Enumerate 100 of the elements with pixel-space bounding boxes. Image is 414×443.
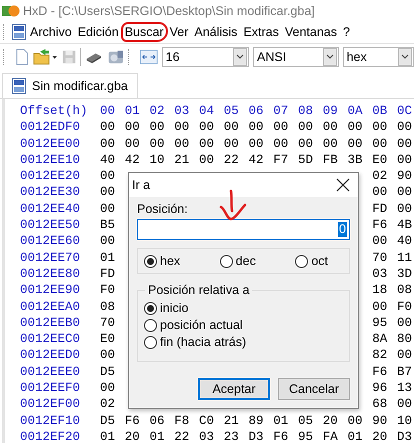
byte-cell: 05 <box>298 412 314 429</box>
column-header: 0C <box>397 103 412 120</box>
offset-cell: 0012EEE0 <box>20 364 80 380</box>
byte-cell: 00 <box>372 119 388 136</box>
dialog-button[interactable]: Cancelar <box>278 378 350 400</box>
menu-item[interactable]: Ver <box>166 22 192 42</box>
byte-cell: 00 <box>273 119 288 136</box>
menu-item[interactable]: Archivo <box>26 22 76 42</box>
offset-cell: 0012EF20 <box>20 428 80 443</box>
offset-cell: 0012EEF0 <box>20 380 80 396</box>
position-field[interactable]: 0 <box>137 219 350 240</box>
radio-label: inicio <box>160 301 188 315</box>
byte-cell: 00 <box>397 136 412 152</box>
radio-button[interactable] <box>220 254 233 268</box>
column-header: 08 <box>298 103 314 120</box>
byte-cell: 00 <box>100 380 116 396</box>
radio-button[interactable] <box>144 254 157 268</box>
radio-label: oct <box>311 254 328 268</box>
byte-cell: 00 <box>348 412 363 429</box>
byte-cell: FB <box>322 152 338 168</box>
byte-cell: 01 <box>100 250 116 266</box>
byte-cell: 00 <box>397 152 412 168</box>
dialog-button[interactable]: Aceptar <box>198 378 270 400</box>
byte-cell: 01 <box>273 412 288 429</box>
byte-cell: 00 <box>397 396 412 413</box>
byte-cell: 06 <box>150 412 165 429</box>
radio-button[interactable] <box>295 254 308 268</box>
menu-item[interactable]: Ventanas <box>280 22 342 42</box>
byte-cell: 10 <box>150 152 165 168</box>
menu-item[interactable]: Análisis <box>190 22 242 42</box>
byte-cell: 00 <box>199 152 214 168</box>
byte-cell: 00 <box>397 119 412 136</box>
open-folder-icon[interactable] <box>32 47 58 67</box>
menu-item[interactable]: ? <box>339 22 354 42</box>
byte-cell: 13 <box>397 380 412 396</box>
byte-cell: 00 <box>248 119 264 136</box>
byte-cell: 20 <box>372 428 388 443</box>
radio-button[interactable] <box>144 302 157 314</box>
dropdown[interactable]: 16 <box>162 47 250 67</box>
byte-cell: D3 <box>248 428 264 443</box>
byte-cell: 00 <box>397 184 412 201</box>
byte-cell: 00 <box>174 136 190 152</box>
byte-cell: 21 <box>224 412 239 429</box>
byte-cell: 00 <box>199 119 214 136</box>
radio-button[interactable] <box>144 336 157 348</box>
offset-cell: 0012EE00 <box>20 136 80 152</box>
byte-cell: 00 <box>273 136 288 152</box>
byte-cell: B7 <box>397 364 412 380</box>
menu-item[interactable]: Edición <box>74 22 123 42</box>
byte-cell: 20 <box>322 412 338 429</box>
column-header: 02 <box>150 103 165 120</box>
offset-cell: 0012EE80 <box>20 266 80 282</box>
column-header: 0A <box>348 103 363 120</box>
offset-cell: 0012EE30 <box>20 184 80 201</box>
offset-cell: 0012EE70 <box>20 250 80 266</box>
offset-cell: 0012EEA0 <box>20 298 80 315</box>
byte-cell: 01 <box>100 428 116 443</box>
offset-header: Offset(h) <box>20 103 88 120</box>
byte-cell: F8 <box>174 412 190 429</box>
byte-cell: 01 <box>150 428 165 443</box>
byte-cell: 00 <box>100 347 116 364</box>
byte-cell: 8A <box>372 331 388 348</box>
byte-cell: FD <box>372 200 388 218</box>
offset-cell: 0012EE20 <box>20 168 80 184</box>
byte-cell: 00 <box>298 119 314 136</box>
dropdown[interactable]: hex <box>342 47 414 67</box>
byte-cell: F0 <box>100 282 116 299</box>
column-header: 0B <box>372 103 388 120</box>
byte-cell: 00 <box>124 136 140 152</box>
dropdown[interactable]: ANSI <box>253 47 339 67</box>
offset-cell: 0012EE10 <box>20 152 80 168</box>
radio-label: posición actual <box>160 318 243 332</box>
byte-cell: 00 <box>372 136 388 152</box>
byte-cell: 21 <box>174 152 190 168</box>
close-icon[interactable] <box>336 178 350 192</box>
byte-cell: 11 <box>397 250 412 266</box>
column-header: 09 <box>322 103 338 120</box>
byte-cell: F6 <box>372 364 388 380</box>
file-tab[interactable]: Sin modificar.gba <box>2 73 138 98</box>
byte-cell: 90 <box>397 168 412 184</box>
byte-cell: 00 <box>100 168 116 184</box>
column-header: 00 <box>100 103 116 120</box>
byte-cell: 00 <box>100 184 116 201</box>
byte-cell: 08 <box>100 298 116 315</box>
document-icon <box>11 23 27 41</box>
byte-cell: 89 <box>248 412 264 429</box>
byte-cell: 00 <box>372 233 388 250</box>
byte-cell: 95 <box>298 428 314 443</box>
byte-cell: 08 <box>397 282 412 299</box>
offset-cell: 0012EE40 <box>20 200 80 218</box>
byte-cell: 22 <box>174 428 190 443</box>
menu-item[interactable]: Buscar <box>120 22 168 42</box>
byte-cell: 70 <box>372 250 388 266</box>
byte-cell: F0 <box>397 298 412 315</box>
byte-cell: 22 <box>224 152 239 168</box>
menu-item[interactable]: Extras <box>239 22 283 42</box>
byte-cell: 02 <box>372 168 388 184</box>
new-file-icon[interactable] <box>14 47 29 67</box>
radio-button[interactable] <box>144 318 157 332</box>
column-width-icon[interactable] <box>140 49 158 65</box>
